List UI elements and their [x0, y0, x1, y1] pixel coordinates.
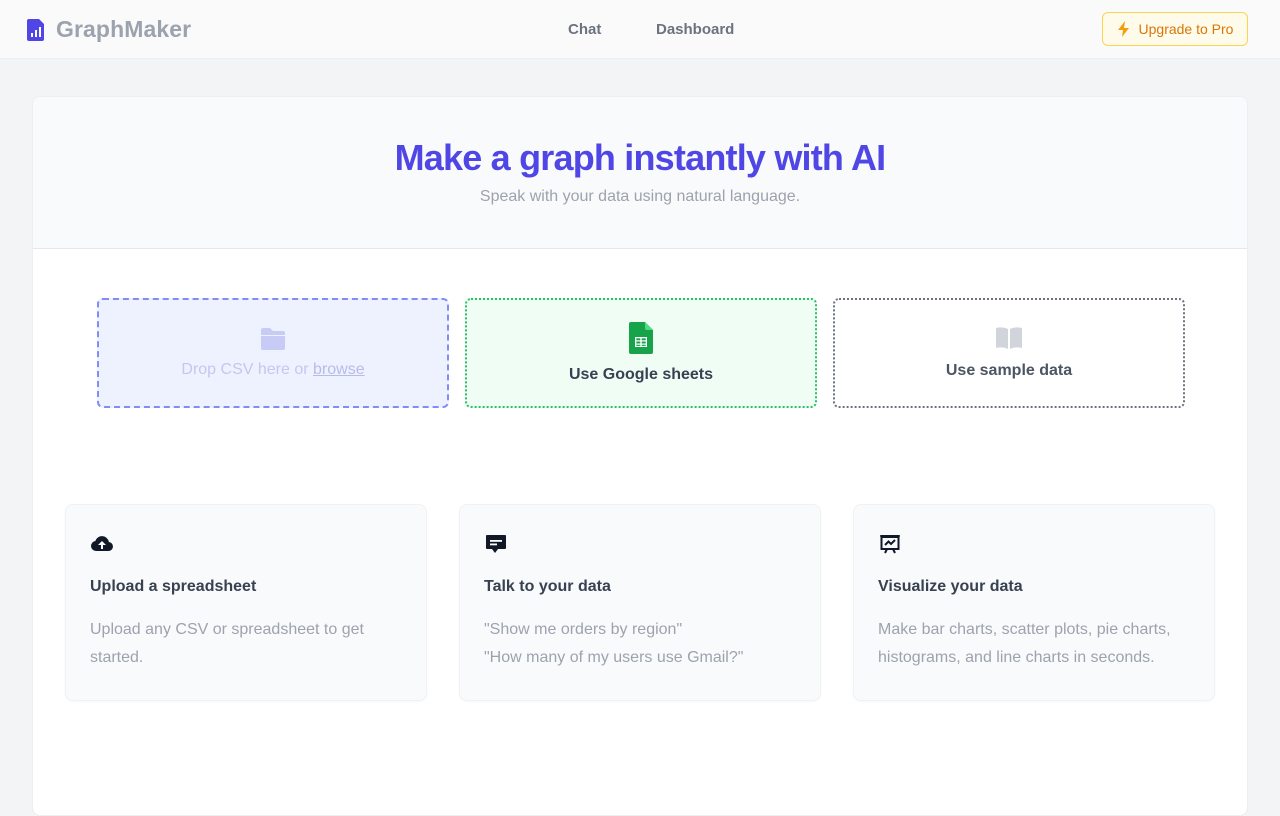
main-card: Make a graph instantly with AI Speak wit…	[32, 96, 1248, 816]
lightning-icon	[1117, 21, 1129, 37]
sample-data-option[interactable]: Use sample data	[833, 298, 1185, 408]
upgrade-label: Upgrade to Pro	[1138, 21, 1234, 37]
upgrade-to-pro-button[interactable]: Upgrade to Pro	[1102, 12, 1248, 46]
feature-description: Upload any CSV or spreadsheet to get sta…	[90, 616, 410, 672]
feature-card-upload: Upload a spreadsheet Upload any CSV or s…	[65, 504, 427, 701]
google-sheets-option[interactable]: Use Google sheets	[465, 298, 817, 408]
google-sheets-icon	[629, 322, 653, 354]
cloud-upload-icon	[91, 536, 113, 552]
chat-bubble-icon	[486, 535, 506, 553]
book-icon	[996, 327, 1022, 349]
csv-dropzone[interactable]: Drop CSV here or browse	[97, 298, 449, 408]
feature-description-line: Make bar charts, scatter plots, pie char…	[878, 621, 1171, 666]
feature-title: Upload a spreadsheet	[90, 578, 257, 595]
feature-description: Make bar charts, scatter plots, pie char…	[878, 616, 1198, 672]
page-title: Make a graph instantly with AI	[394, 137, 887, 178]
nav-chat-link[interactable]: Chat	[568, 21, 601, 38]
browse-link[interactable]: browse	[313, 361, 365, 378]
folder-icon	[261, 328, 285, 350]
feature-card-talk: Talk to your data "Show me orders by reg…	[459, 504, 821, 701]
top-navbar: GraphMaker Chat Dashboard Upgrade to Pro	[0, 0, 1280, 59]
csv-dropzone-text: Drop CSV here or	[181, 361, 309, 378]
csv-dropzone-label: Drop CSV here or browse	[181, 361, 364, 379]
sample-data-label: Use sample data	[945, 362, 1073, 379]
page-subtitle: Speak with your data using natural langu…	[479, 188, 801, 205]
feature-description-line: Upload any CSV or spreadsheet to get sta…	[90, 621, 364, 666]
nav-dashboard-link[interactable]: Dashboard	[656, 21, 734, 38]
feature-description: "Show me orders by region" "How many of …	[484, 616, 804, 672]
feature-description-line: "Show me orders by region"	[484, 621, 683, 638]
feature-description-line: "How many of my users use Gmail?"	[484, 649, 744, 666]
hero-section: Make a graph instantly with AI Speak wit…	[33, 97, 1247, 249]
google-sheets-label: Use Google sheets	[568, 366, 714, 383]
feature-card-visualize: Visualize your data Make bar charts, sca…	[853, 504, 1215, 701]
main-nav: Chat Dashboard	[0, 21, 1280, 41]
feature-title: Talk to your data	[484, 578, 611, 595]
feature-title: Visualize your data	[878, 578, 1023, 595]
presentation-chart-icon	[880, 535, 900, 554]
